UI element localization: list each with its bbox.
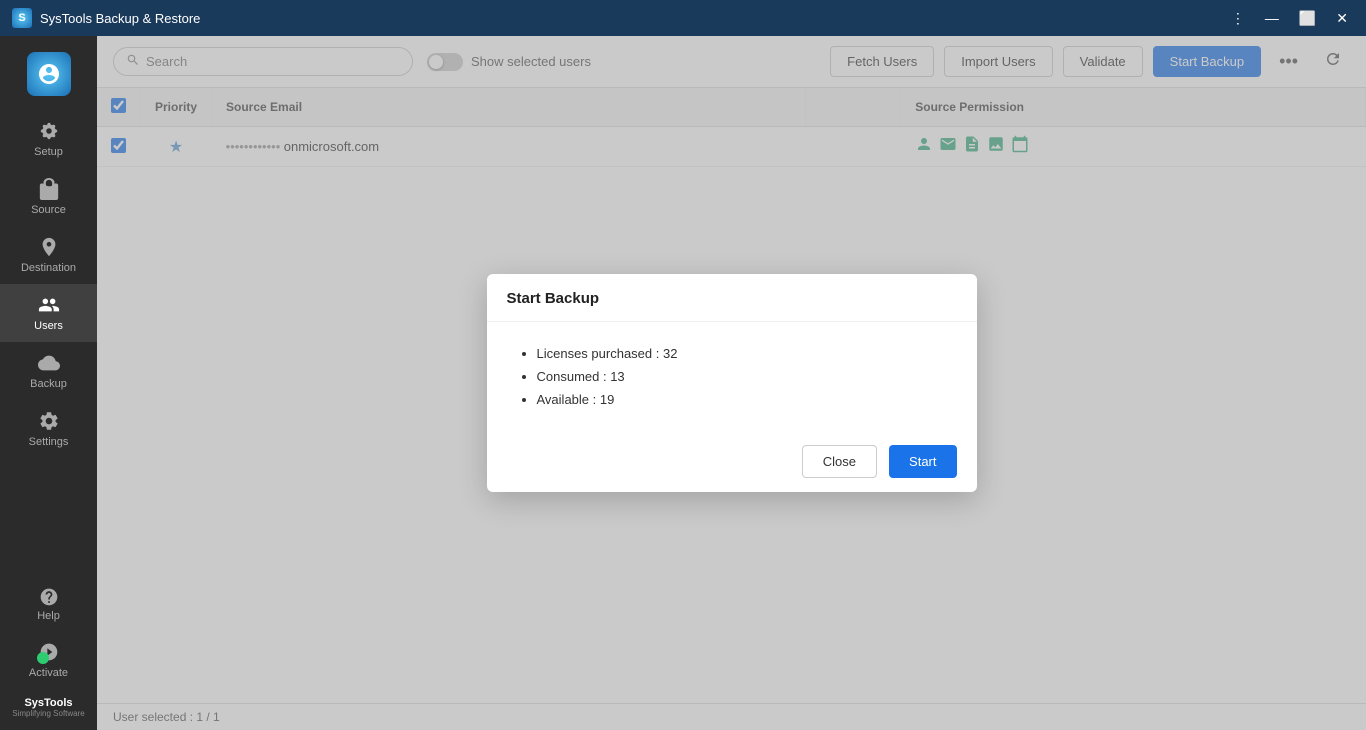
modal-dialog: Start Backup Licenses purchased : 32 Con…: [487, 274, 977, 492]
sidebar-brand-bottom: SysTools Simplifying Software: [8, 689, 88, 722]
brand-name: SysTools: [12, 697, 84, 709]
modal-item-consumed: Consumed : 13: [537, 369, 947, 384]
title-bar-controls: ⋮ — ⬜ ✕: [1225, 8, 1354, 29]
maximize-button[interactable]: ⬜: [1293, 8, 1322, 29]
modal-item-licenses: Licenses purchased : 32: [537, 346, 947, 361]
activate-dot: [37, 652, 49, 664]
app-logo: S: [12, 8, 32, 28]
sidebar: Setup Source Destination Users Backup Se…: [0, 36, 97, 730]
main-content: Show selected users Fetch Users Import U…: [97, 36, 1366, 730]
title-bar-left: S SysTools Backup & Restore: [12, 8, 200, 28]
app-title: SysTools Backup & Restore: [40, 11, 200, 26]
modal-start-button[interactable]: Start: [889, 445, 956, 478]
sidebar-brand: [27, 44, 71, 110]
modal-overlay: Start Backup Licenses purchased : 32 Con…: [97, 36, 1366, 730]
brand-logo: [27, 52, 71, 96]
sidebar-item-backup[interactable]: Backup: [0, 342, 97, 400]
sidebar-bottom: Help Activate SysTools Simplifying Softw…: [0, 579, 97, 730]
title-bar: S SysTools Backup & Restore ⋮ — ⬜ ✕: [0, 0, 1366, 36]
modal-license-list: Licenses purchased : 32 Consumed : 13 Av…: [517, 346, 947, 407]
sidebar-item-users[interactable]: Users: [0, 284, 97, 342]
modal-title: Start Backup: [507, 290, 600, 307]
minimize-button[interactable]: —: [1259, 8, 1285, 28]
sidebar-item-setup[interactable]: Setup: [0, 110, 97, 168]
sidebar-item-destination-label: Destination: [21, 262, 76, 274]
brand-tagline: Simplifying Software: [12, 709, 84, 718]
sidebar-item-settings[interactable]: Settings: [0, 400, 97, 458]
sidebar-item-activate[interactable]: Activate: [0, 632, 97, 687]
sidebar-item-source[interactable]: Source: [0, 168, 97, 226]
sidebar-item-help-label: Help: [37, 610, 60, 622]
app-layout: Setup Source Destination Users Backup Se…: [0, 36, 1366, 730]
sidebar-item-backup-label: Backup: [30, 378, 67, 390]
more-options-button[interactable]: ⋮: [1225, 8, 1251, 29]
modal-body: Licenses purchased : 32 Consumed : 13 Av…: [487, 322, 977, 431]
sidebar-item-activate-label: Activate: [29, 667, 68, 679]
sidebar-item-source-label: Source: [31, 204, 66, 216]
close-button[interactable]: ✕: [1330, 8, 1354, 29]
sidebar-item-users-label: Users: [34, 320, 63, 332]
modal-header: Start Backup: [487, 274, 977, 322]
modal-item-available: Available : 19: [537, 392, 947, 407]
sidebar-item-help[interactable]: Help: [0, 579, 97, 630]
sidebar-item-settings-label: Settings: [29, 436, 69, 448]
modal-footer: Close Start: [487, 431, 977, 492]
modal-close-button[interactable]: Close: [802, 445, 877, 478]
sidebar-item-destination[interactable]: Destination: [0, 226, 97, 284]
sidebar-item-setup-label: Setup: [34, 146, 63, 158]
